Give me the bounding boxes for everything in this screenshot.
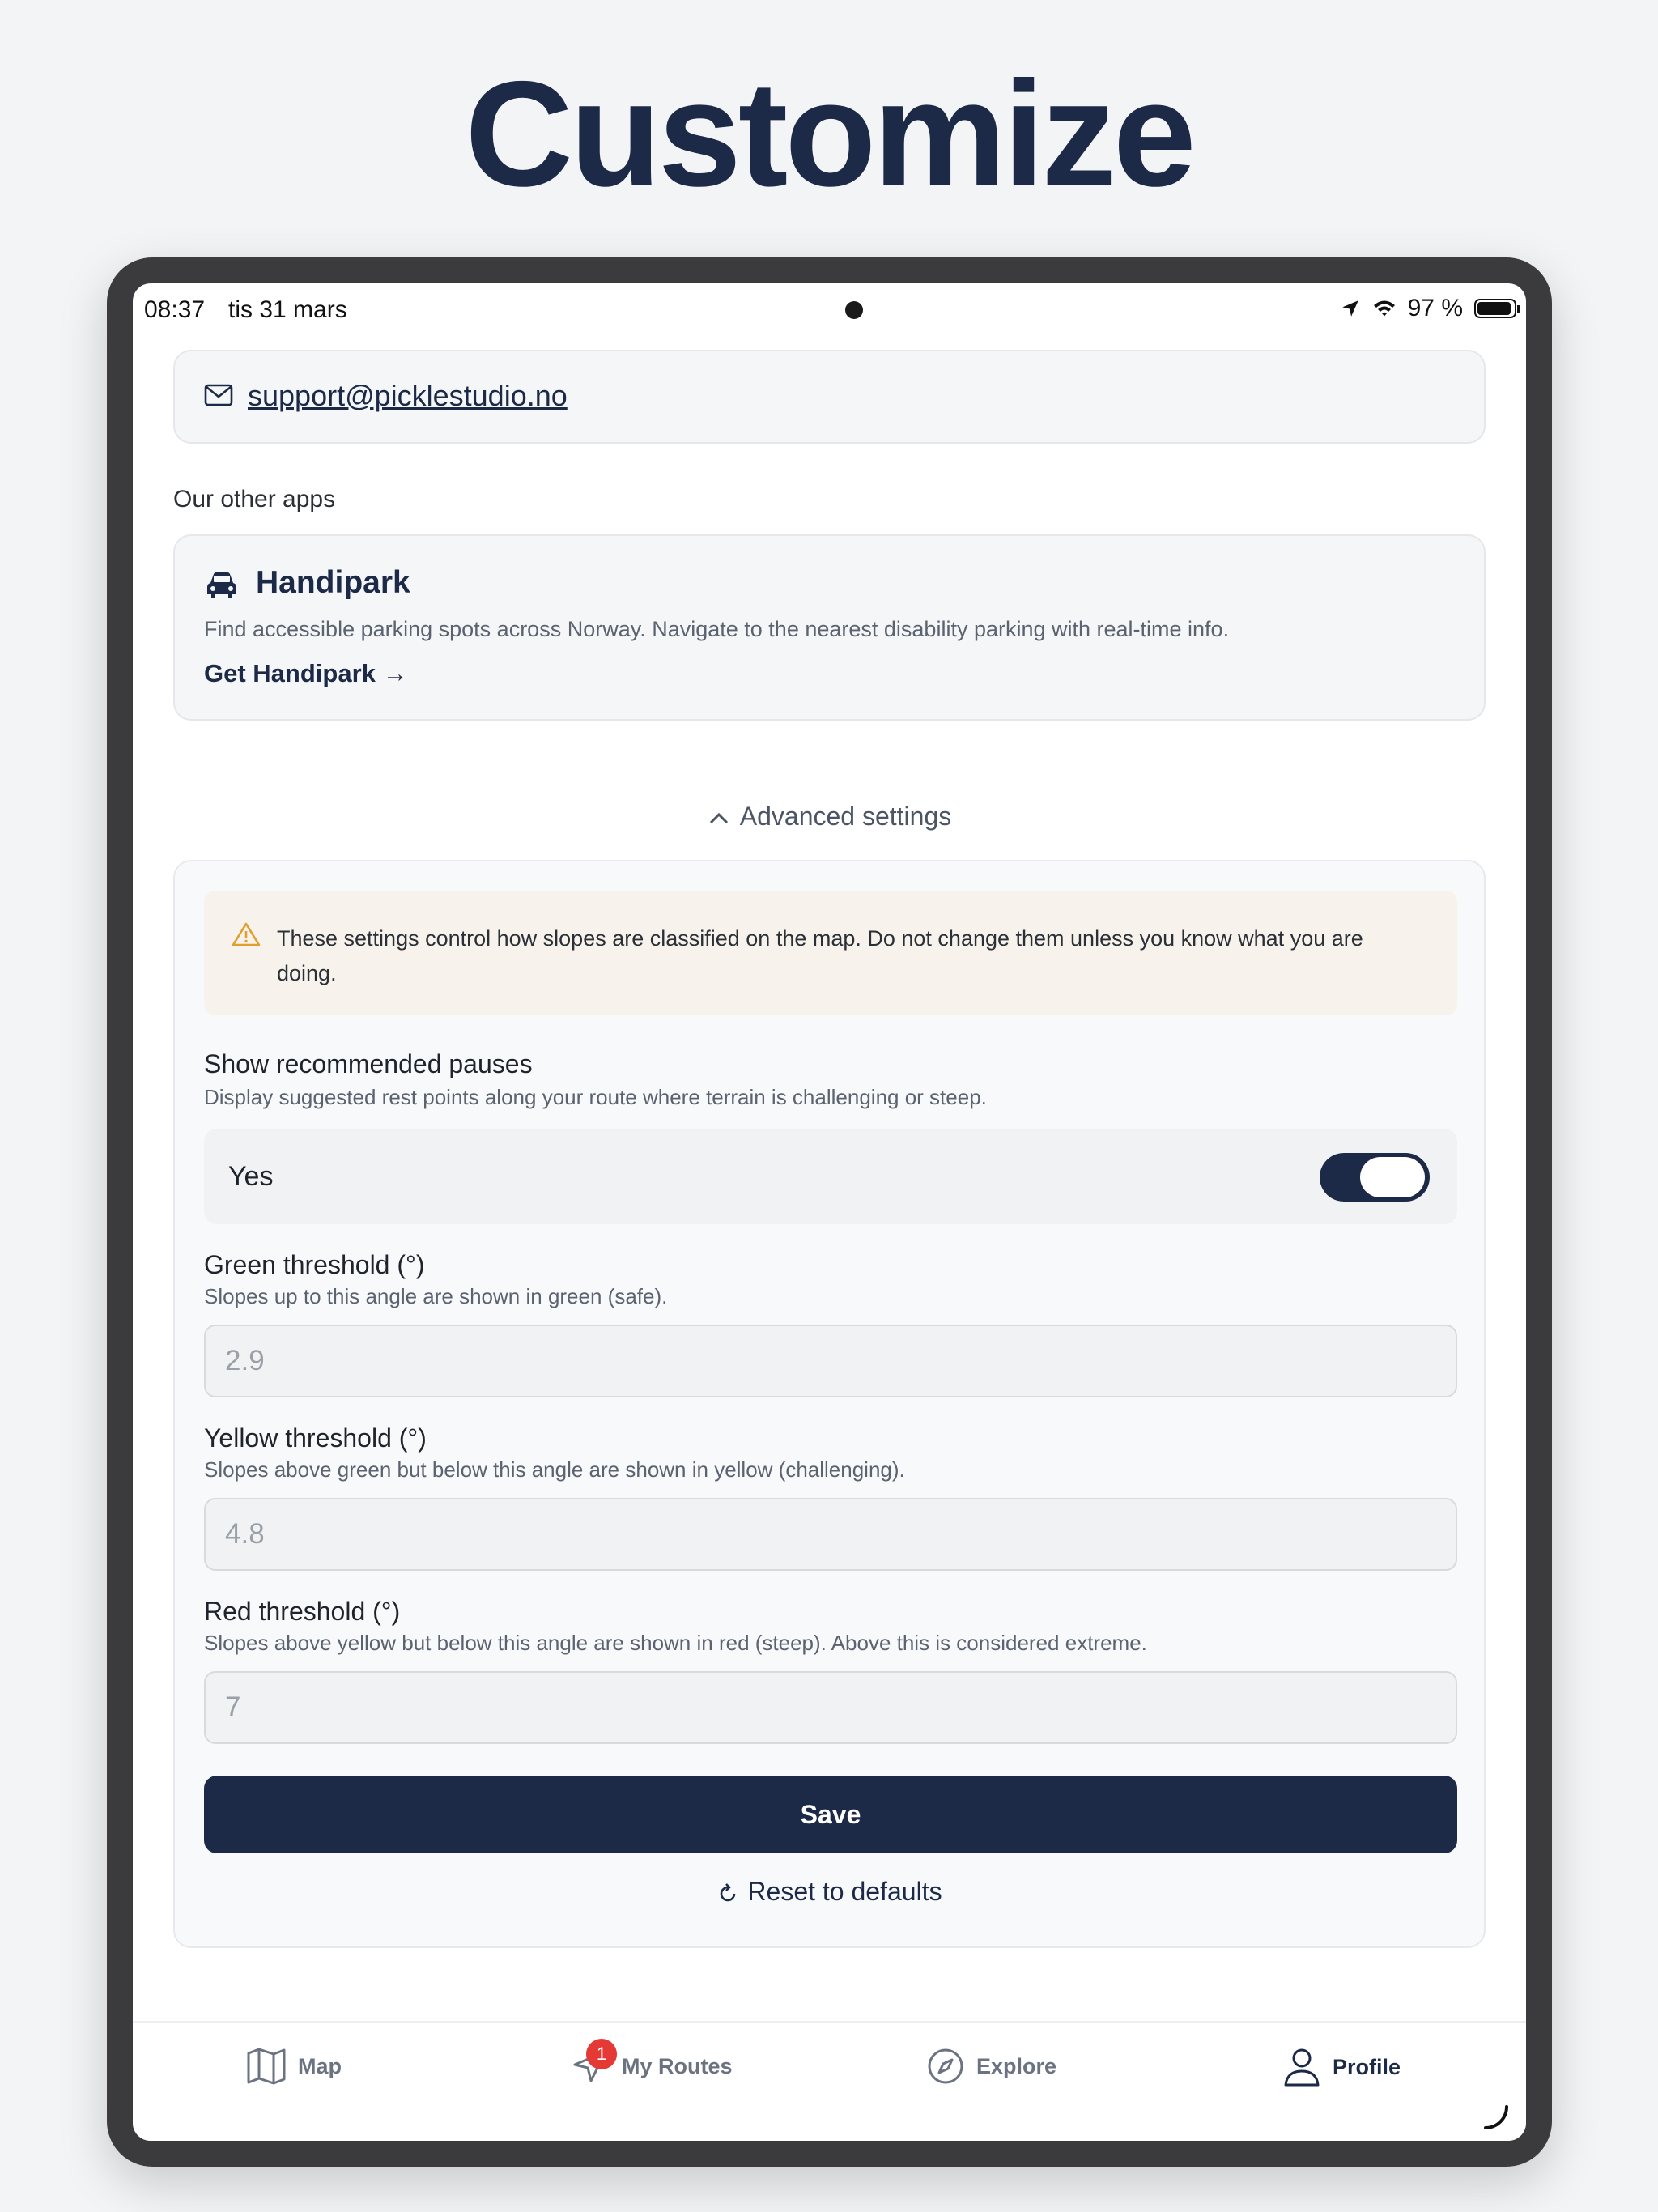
red-threshold-input[interactable]: 7 (204, 1671, 1457, 1744)
advanced-settings-panel: These settings control how slopes are cl… (173, 860, 1486, 1948)
pauses-label: Show recommended pauses (204, 1049, 533, 1078)
tab-profile-label: Profile (1333, 2054, 1401, 2079)
yellow-threshold-input[interactable]: 4.8 (204, 1498, 1457, 1571)
handipark-card: Handipark Find accessible parking spots … (173, 534, 1486, 721)
pauses-help: Display suggested rest points along your… (204, 1085, 987, 1109)
user-icon (1284, 2048, 1320, 2087)
car-icon (207, 572, 236, 598)
pauses-switch[interactable] (1320, 1153, 1430, 1202)
save-button[interactable]: Save (204, 1776, 1457, 1853)
map-icon (247, 2048, 286, 2085)
tab-my-routes[interactable]: 1 My Routes (570, 2039, 733, 2086)
green-threshold-label: Green threshold (°) (204, 1250, 425, 1279)
support-email-link[interactable]: support@picklestudio.no (248, 379, 568, 413)
reset-defaults-button[interactable]: Reset to defaults (175, 1877, 1484, 1907)
wifi-icon (1373, 300, 1395, 317)
pauses-value: Yes (228, 1161, 274, 1192)
get-handipark-link[interactable]: Get Handipark → (204, 659, 408, 688)
tab-map-label: Map (298, 2053, 342, 2078)
tab-profile[interactable]: Profile (1282, 2047, 1401, 2087)
advanced-settings-toggle[interactable]: Advanced settings (133, 802, 1526, 832)
advanced-settings-label: Advanced settings (739, 802, 952, 831)
tab-explore[interactable]: Explore (926, 2047, 1056, 2086)
warning-text: These settings control how slopes are cl… (277, 926, 1363, 985)
warning-banner: These settings control how slopes are cl… (204, 891, 1457, 1015)
headline: Customize (465, 51, 1196, 218)
app-title: Handipark (256, 565, 410, 600)
location-arrow-icon (1341, 300, 1358, 317)
screen: 08:37 tis 31 mars 97 % support@picklestu… (133, 283, 1526, 2141)
loading-spinner-icon (1484, 2105, 1508, 2129)
tab-bar: Map 1 My Routes Explore Profile (133, 2021, 1526, 2141)
green-threshold-input[interactable]: 2.9 (204, 1325, 1457, 1397)
status-indicators: 97 % (1340, 295, 1520, 322)
pauses-toggle-row[interactable]: Yes (204, 1129, 1457, 1224)
tab-map[interactable]: Map (246, 2047, 342, 2086)
status-time: 08:37 (144, 296, 206, 323)
reset-label: Reset to defaults (747, 1877, 942, 1906)
chevron-up-icon (709, 812, 728, 823)
app-description: Find accessible parking spots across Nor… (204, 617, 1230, 641)
green-threshold-help: Slopes up to this angle are shown in gre… (204, 1284, 668, 1308)
yellow-threshold-help: Slopes above green but below this angle … (204, 1457, 905, 1482)
status-bar: 08:37 tis 31 mars 97 % (133, 283, 1526, 340)
tab-explore-label: Explore (976, 2053, 1057, 2078)
battery-percent: 97 % (1407, 295, 1463, 321)
tablet-frame: 08:37 tis 31 mars 97 % support@picklestu… (107, 257, 1552, 2167)
refresh-icon (721, 1882, 736, 1901)
red-threshold-help: Slopes above yellow but below this angle… (204, 1631, 1147, 1655)
tab-my-routes-label: My Routes (622, 2053, 733, 2078)
status-date: tis 31 mars (228, 296, 347, 323)
red-threshold-label: Red threshold (°) (204, 1597, 401, 1626)
compass-icon (928, 2048, 963, 2084)
warning-icon (232, 922, 261, 946)
routes-badge: 1 (586, 2039, 617, 2069)
battery-icon (1474, 299, 1520, 318)
other-apps-label: Our other apps (173, 486, 336, 513)
mail-icon (204, 384, 233, 406)
support-email-card[interactable]: support@picklestudio.no (173, 350, 1486, 444)
yellow-threshold-label: Yellow threshold (°) (204, 1423, 427, 1453)
